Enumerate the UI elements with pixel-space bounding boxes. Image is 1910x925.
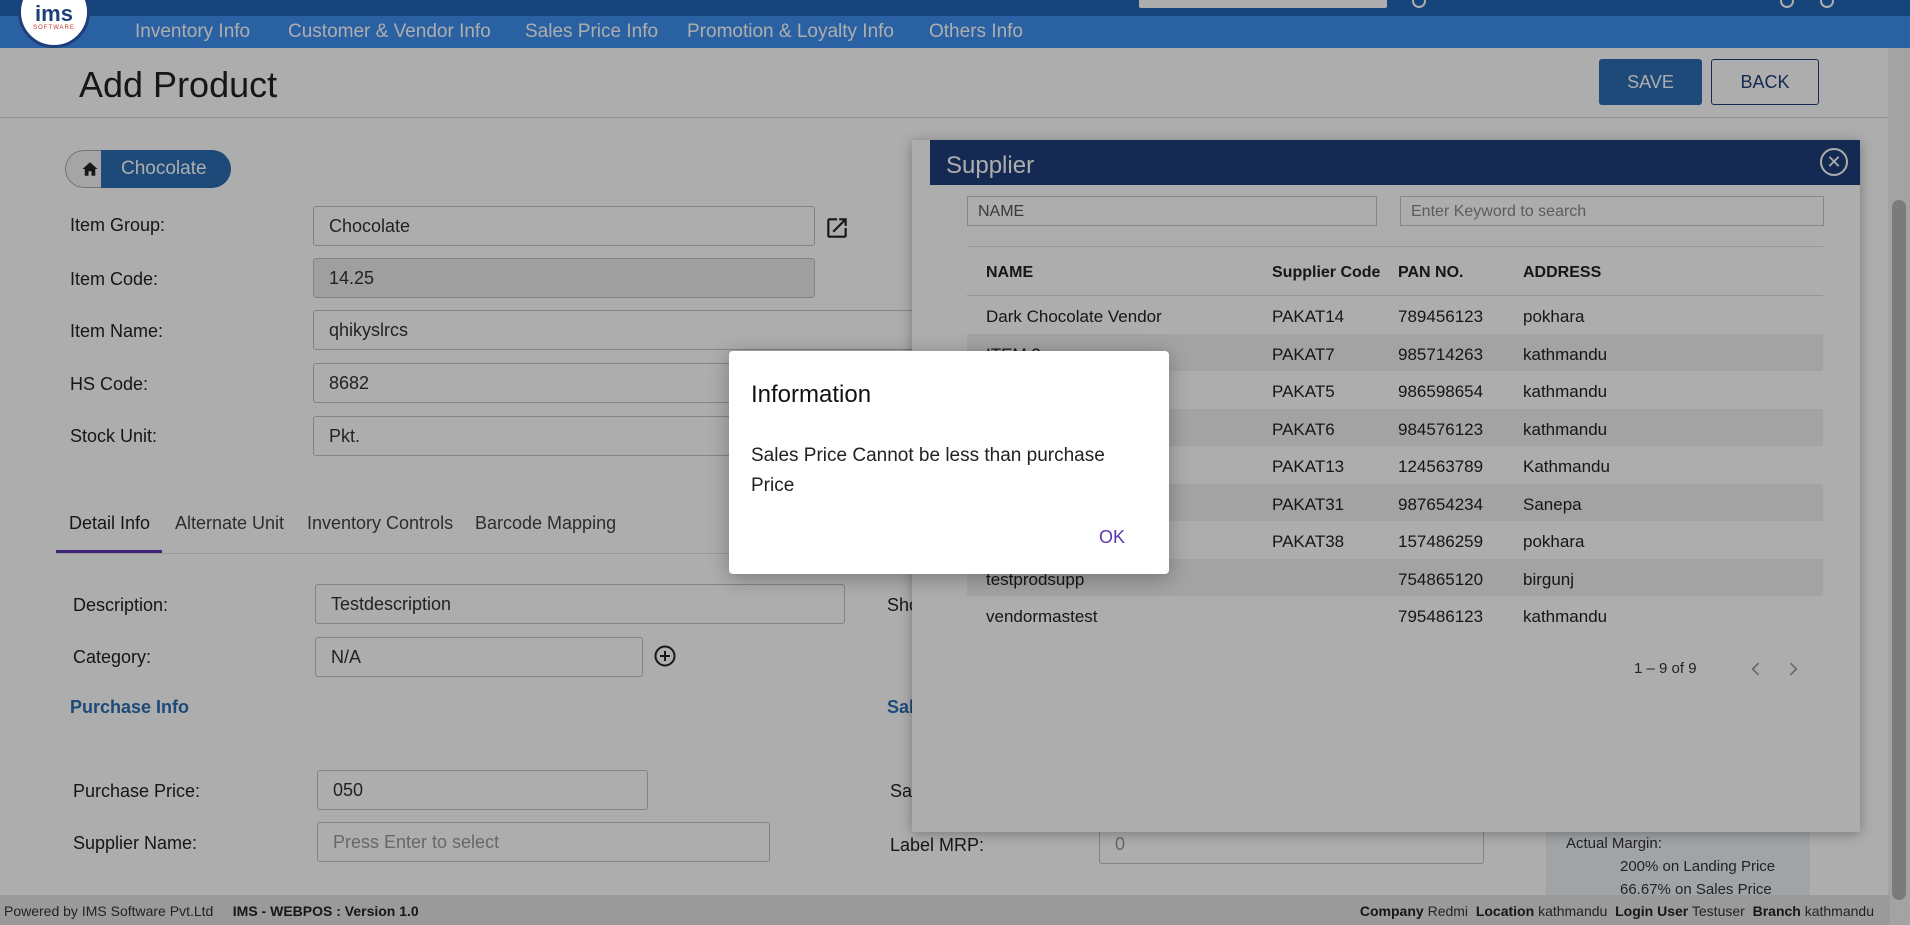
dialog-message: Sales Price Cannot be less than purchase… (751, 445, 1105, 496)
logo-text: ims (35, 1, 73, 26)
ok-button[interactable]: OK (1099, 527, 1125, 548)
logo-subtext: SOFTWARE (33, 25, 75, 31)
information-dialog: Information Sales Price Cannot be less t… (729, 351, 1169, 574)
dialog-title: Information (751, 381, 872, 408)
